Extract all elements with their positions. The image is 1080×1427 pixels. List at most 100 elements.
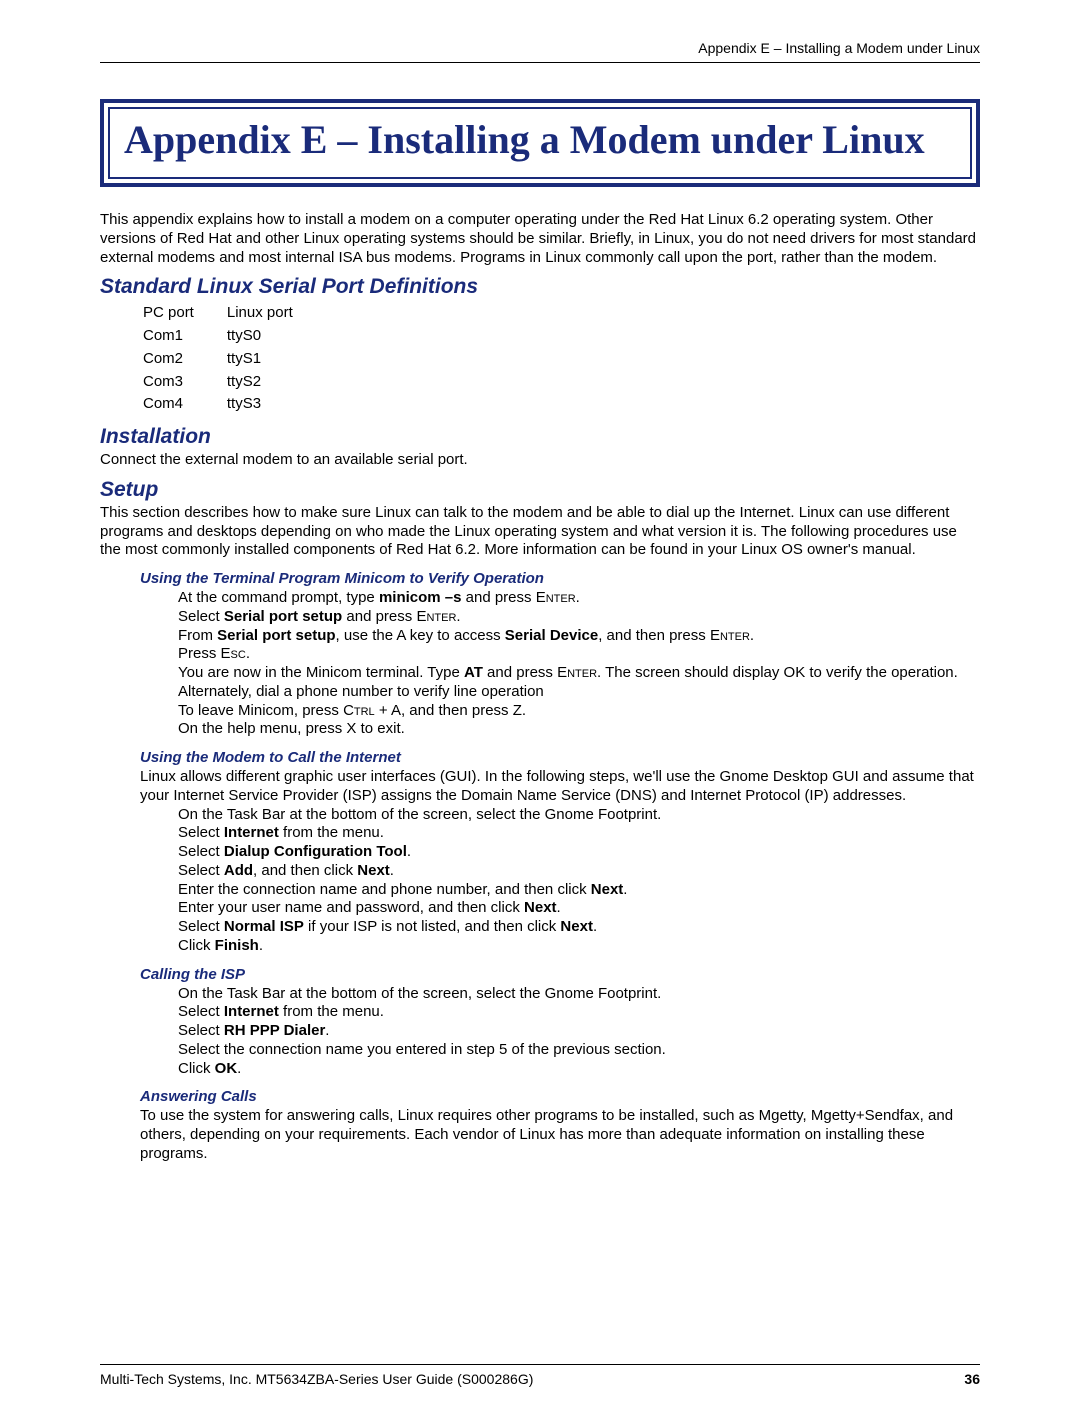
table-cell: ttyS1 bbox=[226, 349, 323, 370]
bold-text: Dialup Configuration Tool bbox=[224, 843, 407, 860]
text: if your ISP is not listed, and then clic… bbox=[304, 918, 561, 935]
step-line: At the command prompt, type minicom –s a… bbox=[178, 589, 980, 608]
heading-answering-calls: Answering Calls bbox=[140, 1088, 980, 1105]
text: . bbox=[623, 881, 627, 898]
text: Select bbox=[178, 608, 224, 625]
text: . bbox=[576, 589, 580, 606]
bold-text: Add bbox=[224, 862, 253, 879]
step-line: On the help menu, press X to exit. bbox=[178, 720, 980, 739]
text: . bbox=[750, 627, 754, 644]
text: and press bbox=[483, 664, 557, 681]
text: Select bbox=[178, 862, 224, 879]
paragraph: To use the system for answering calls, L… bbox=[140, 1107, 980, 1163]
text: , and then click bbox=[253, 862, 357, 879]
table-row: PC port Linux port bbox=[142, 303, 323, 324]
step-line: On the Task Bar at the bottom of the scr… bbox=[178, 985, 980, 1004]
step-line: To leave Minicom, press Ctrl + A, and th… bbox=[178, 702, 980, 721]
text: . bbox=[593, 918, 597, 935]
table-cell: Linux port bbox=[226, 303, 323, 324]
table-cell: Com2 bbox=[142, 349, 224, 370]
page-number: 36 bbox=[964, 1371, 980, 1387]
page-header: Appendix E – Installing a Modem under Li… bbox=[100, 40, 980, 63]
text: . bbox=[246, 645, 250, 662]
step-line: Enter your user name and password, and t… bbox=[178, 899, 980, 918]
step-line: Press Esc. bbox=[178, 645, 980, 664]
step-line: Select Normal ISP if your ISP is not lis… bbox=[178, 918, 980, 937]
text: Enter the connection name and phone numb… bbox=[178, 881, 591, 898]
heading-calling-isp: Calling the ISP bbox=[140, 966, 980, 983]
step-line: Select Dialup Configuration Tool. bbox=[178, 843, 980, 862]
key-name: Esc bbox=[221, 645, 246, 662]
text: Select bbox=[178, 1003, 224, 1020]
text: + A, and then press Z. bbox=[375, 702, 526, 719]
table-row: Com4 ttyS3 bbox=[142, 394, 323, 415]
table-row: Com3 ttyS2 bbox=[142, 372, 323, 393]
table-cell: PC port bbox=[142, 303, 224, 324]
serial-port-table: PC port Linux port Com1 ttyS0 Com2 ttyS1… bbox=[140, 301, 325, 417]
bold-text: Internet bbox=[224, 1003, 279, 1020]
bold-text: RH PPP Dialer bbox=[224, 1022, 325, 1039]
heading-serial-defs: Standard Linux Serial Port Definitions bbox=[100, 275, 980, 299]
text: You are now in the Minicom terminal. Typ… bbox=[178, 664, 464, 681]
intro-paragraph: This appendix explains how to install a … bbox=[100, 211, 980, 267]
step-line: Enter the connection name and phone numb… bbox=[178, 881, 980, 900]
footer-left: Multi-Tech Systems, Inc. MT5634ZBA-Serie… bbox=[100, 1371, 533, 1387]
step-line: Select RH PPP Dialer. bbox=[178, 1022, 980, 1041]
bold-text: Next bbox=[357, 862, 390, 879]
paragraph: Linux allows different graphic user inte… bbox=[140, 768, 980, 806]
step-line: On the Task Bar at the bottom of the scr… bbox=[178, 806, 980, 825]
step-line: From Serial port setup, use the A key to… bbox=[178, 627, 980, 646]
text: , use the A key to access bbox=[336, 627, 505, 644]
step-line: You are now in the Minicom terminal. Typ… bbox=[178, 664, 980, 702]
text: To leave Minicom, press bbox=[178, 702, 343, 719]
bold-text: Serial port setup bbox=[217, 627, 335, 644]
key-name: Enter bbox=[557, 664, 597, 681]
text: . bbox=[390, 862, 394, 879]
table-row: Com2 ttyS1 bbox=[142, 349, 323, 370]
table-cell: ttyS0 bbox=[226, 326, 323, 347]
step-line: Select Serial port setup and press Enter… bbox=[178, 608, 980, 627]
text: . bbox=[407, 843, 411, 860]
table-cell: ttyS2 bbox=[226, 372, 323, 393]
text: . bbox=[325, 1022, 329, 1039]
title-inner: Appendix E – Installing a Modem under Li… bbox=[108, 107, 972, 179]
step-line: Select Internet from the menu. bbox=[178, 1003, 980, 1022]
heading-call-internet: Using the Modem to Call the Internet bbox=[140, 749, 980, 766]
page-footer: Multi-Tech Systems, Inc. MT5634ZBA-Serie… bbox=[100, 1364, 980, 1387]
key-name: Enter bbox=[416, 608, 456, 625]
key-name: Ctrl bbox=[343, 702, 375, 719]
page-title: Appendix E – Installing a Modem under Li… bbox=[124, 117, 956, 163]
text: . bbox=[456, 608, 460, 625]
text: Enter your user name and password, and t… bbox=[178, 899, 524, 916]
text: At the command prompt, type bbox=[178, 589, 379, 606]
setup-text: This section describes how to make sure … bbox=[100, 504, 980, 560]
bold-text: Finish bbox=[215, 937, 259, 954]
text: . bbox=[237, 1060, 241, 1077]
text: Select bbox=[178, 918, 224, 935]
text: . bbox=[259, 937, 263, 954]
text: from the menu. bbox=[279, 824, 384, 841]
bold-text: minicom –s bbox=[379, 589, 462, 606]
installation-text: Connect the external modem to an availab… bbox=[100, 451, 980, 470]
bold-text: Internet bbox=[224, 824, 279, 841]
bold-text: Serial Device bbox=[505, 627, 598, 644]
step-line: Select the connection name you entered i… bbox=[178, 1041, 980, 1060]
key-name: Enter bbox=[710, 627, 750, 644]
title-box: Appendix E – Installing a Modem under Li… bbox=[100, 99, 980, 187]
text: Select bbox=[178, 843, 224, 860]
text: and press bbox=[461, 589, 535, 606]
bold-text: Next bbox=[560, 918, 593, 935]
page: Appendix E – Installing a Modem under Li… bbox=[0, 0, 1080, 1427]
step-line: Click Finish. bbox=[178, 937, 980, 956]
text: Select bbox=[178, 824, 224, 841]
text: Click bbox=[178, 1060, 215, 1077]
text: From bbox=[178, 627, 217, 644]
heading-setup: Setup bbox=[100, 478, 980, 502]
table-cell: Com4 bbox=[142, 394, 224, 415]
text: Click bbox=[178, 937, 215, 954]
bold-text: Normal ISP bbox=[224, 918, 304, 935]
text: and press bbox=[342, 608, 416, 625]
table-cell: ttyS3 bbox=[226, 394, 323, 415]
text: Select bbox=[178, 1022, 224, 1039]
bold-text: OK bbox=[215, 1060, 238, 1077]
